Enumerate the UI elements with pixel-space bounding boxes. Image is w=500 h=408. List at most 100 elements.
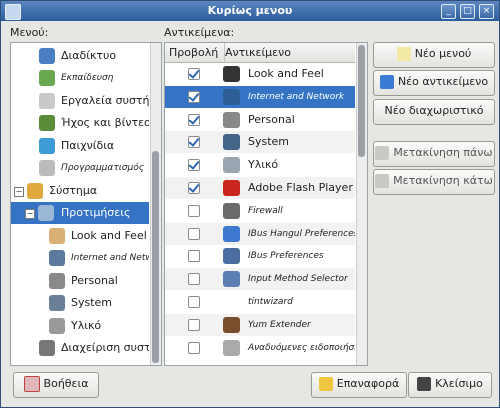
menu-tree-item[interactable]: Internet and Netw [11,247,149,269]
internet-network-icon [49,250,65,266]
items-list-row-label: Υλικό [248,158,279,172]
items-list-row[interactable]: Υλικό [165,154,355,176]
show-checkbox[interactable] [188,113,200,126]
show-checkbox[interactable] [188,318,200,331]
menu-tree-item[interactable]: Personal [11,270,149,292]
items-list-scroll-thumb[interactable] [358,45,365,157]
menu-tree-scroll-thumb[interactable] [152,151,159,363]
title-bar[interactable]: Κυρίως μενου _ □ × [1,1,499,21]
items-list-row[interactable]: Αναδυόμενες ειδοποιήσεις [165,337,355,359]
menu-tree-item-label: Διαχείριση συστήμ [61,341,149,354]
menu-tree-item[interactable]: Εργαλεία συστήμ [11,90,149,112]
collapse-expander-icon[interactable]: − [25,209,35,219]
menu-tree-item-label: Look and Feel [71,229,147,242]
items-list-row[interactable]: System [165,131,355,154]
close-x-icon [417,377,432,391]
new-item-label: Νέο αντικείμενο [397,75,489,88]
menu-tree-item[interactable]: Υλικό [11,315,149,337]
menu-tree-item-label: Personal [71,274,118,287]
menu-tree-item-label: System [71,296,113,309]
items-list-row[interactable]: Adobe Flash Player [165,177,355,199]
internet-globe-icon [39,48,55,64]
menu-tree-item[interactable]: Ήχος και βίντεο [11,112,149,134]
items-list-row-label: Firewall [248,205,283,216]
items-list-row[interactable]: tintwizard [165,291,355,313]
menu-tree-item[interactable]: − Προτιμήσεις [11,202,149,224]
ibus-hangul-icon [223,225,240,242]
menu-tree-item-label: Internet and Netw [71,253,149,263]
items-list-row[interactable]: Internet and Network [165,85,355,108]
close-label: Κλείσιμο [435,377,483,390]
items-list-scrollbar[interactable] [356,43,367,365]
items-list-row[interactable]: IBus Hangul Preferences [165,222,355,245]
column-header-show[interactable]: Προβολή [165,43,225,63]
maximize-button[interactable]: □ [460,4,475,19]
menu-tree-item-label: Εκπαίδευση [61,73,114,83]
menu-tree-item[interactable]: Παιχνίδια [11,135,149,157]
menu-tree[interactable]: Διαδίκτυο Εκπαίδευση Εργαλεία συστήμ Ήχος κ… [10,42,162,366]
items-list-row-label: Adobe Flash Player [248,181,353,194]
menu-tree-item[interactable]: Διαχείριση συστήμ [11,337,149,359]
items-list-row-label: IBus Preferences [248,251,324,262]
move-down-button[interactable]: Μετακίνηση κάτω [373,169,495,195]
items-list-row-label: IBus Hangul Preferences [248,228,355,239]
close-button[interactable]: Κλείσιμο [408,372,492,398]
menu-tree-item-label: Παιχνίδια [61,139,115,152]
menu-tree-scrollbar[interactable] [150,43,161,365]
new-separator-label: Νέο διαχωριστικό [384,104,484,117]
minimize-button[interactable]: _ [441,4,456,19]
show-checkbox[interactable] [188,68,200,80]
ibus-icon [223,248,240,265]
items-list-row[interactable]: Personal [165,109,355,131]
show-checkbox[interactable] [188,296,200,308]
new-menu-button[interactable]: Νέο μενού [373,42,495,68]
education-icon [39,70,55,86]
items-list-row-label: System [248,135,290,149]
revert-icon [318,377,333,391]
blank-icon [223,294,240,310]
show-checkbox[interactable] [188,159,200,172]
items-list-row-label: Yum Extender [248,319,311,330]
personal-icon [223,111,240,128]
preferences-icon [38,205,54,221]
show-checkbox[interactable] [188,204,200,217]
hardware-icon [223,157,240,174]
new-item-button[interactable]: Νέο αντικείμενο [373,70,495,96]
system-tools-icon [39,93,55,109]
menu-tree-item-label: Προγραμματισμός [61,163,145,173]
items-label: Αντικείμενα: [164,26,235,39]
items-list-row[interactable]: Input Method Selector [165,268,355,291]
collapse-expander-icon[interactable]: − [14,187,24,197]
show-checkbox[interactable] [188,273,200,286]
new-separator-button[interactable]: Νέο διαχωριστικό [373,99,495,125]
menu-tree-item[interactable]: Look and Feel [11,225,149,247]
move-up-button[interactable]: Μετακίνηση πάνω [373,141,495,167]
system-settings-icon [223,134,240,151]
items-list[interactable]: Προβολή Αντικείμενο Look and Feel Interne… [164,42,368,366]
plus-icon [379,75,394,89]
close-window-button[interactable]: × [479,4,494,19]
help-button[interactable]: Βοήθεια [13,372,99,398]
show-checkbox[interactable] [188,136,200,149]
items-list-row[interactable]: IBus Preferences [165,245,355,267]
menu-tree-item[interactable]: Διαδίκτυο [11,45,149,67]
show-checkbox[interactable] [188,250,200,263]
flash-icon [223,180,240,196]
show-checkbox[interactable] [188,227,200,240]
show-checkbox[interactable] [188,341,200,354]
items-list-row[interactable]: Yum Extender [165,313,355,336]
column-header-item[interactable]: Αντικείμενο [225,43,355,63]
items-list-row-label: Internet and Network [248,91,345,102]
revert-button[interactable]: Επαναφορά [311,372,407,398]
items-list-row[interactable]: Look and Feel [165,63,355,85]
menu-tree-item[interactable]: Εκπαίδευση [11,67,149,89]
items-list-row[interactable]: Firewall [165,200,355,222]
firewall-icon [223,202,240,219]
menu-tree-item[interactable]: System [11,292,149,314]
revert-label: Επαναφορά [336,377,400,390]
show-checkbox[interactable] [188,182,200,194]
menu-tree-item[interactable]: − Σύστημα [11,180,149,202]
show-checkbox[interactable] [188,90,200,103]
menu-tree-item-label: Σύστημα [49,184,98,197]
menu-tree-item[interactable]: Προγραμματισμός [11,157,149,179]
